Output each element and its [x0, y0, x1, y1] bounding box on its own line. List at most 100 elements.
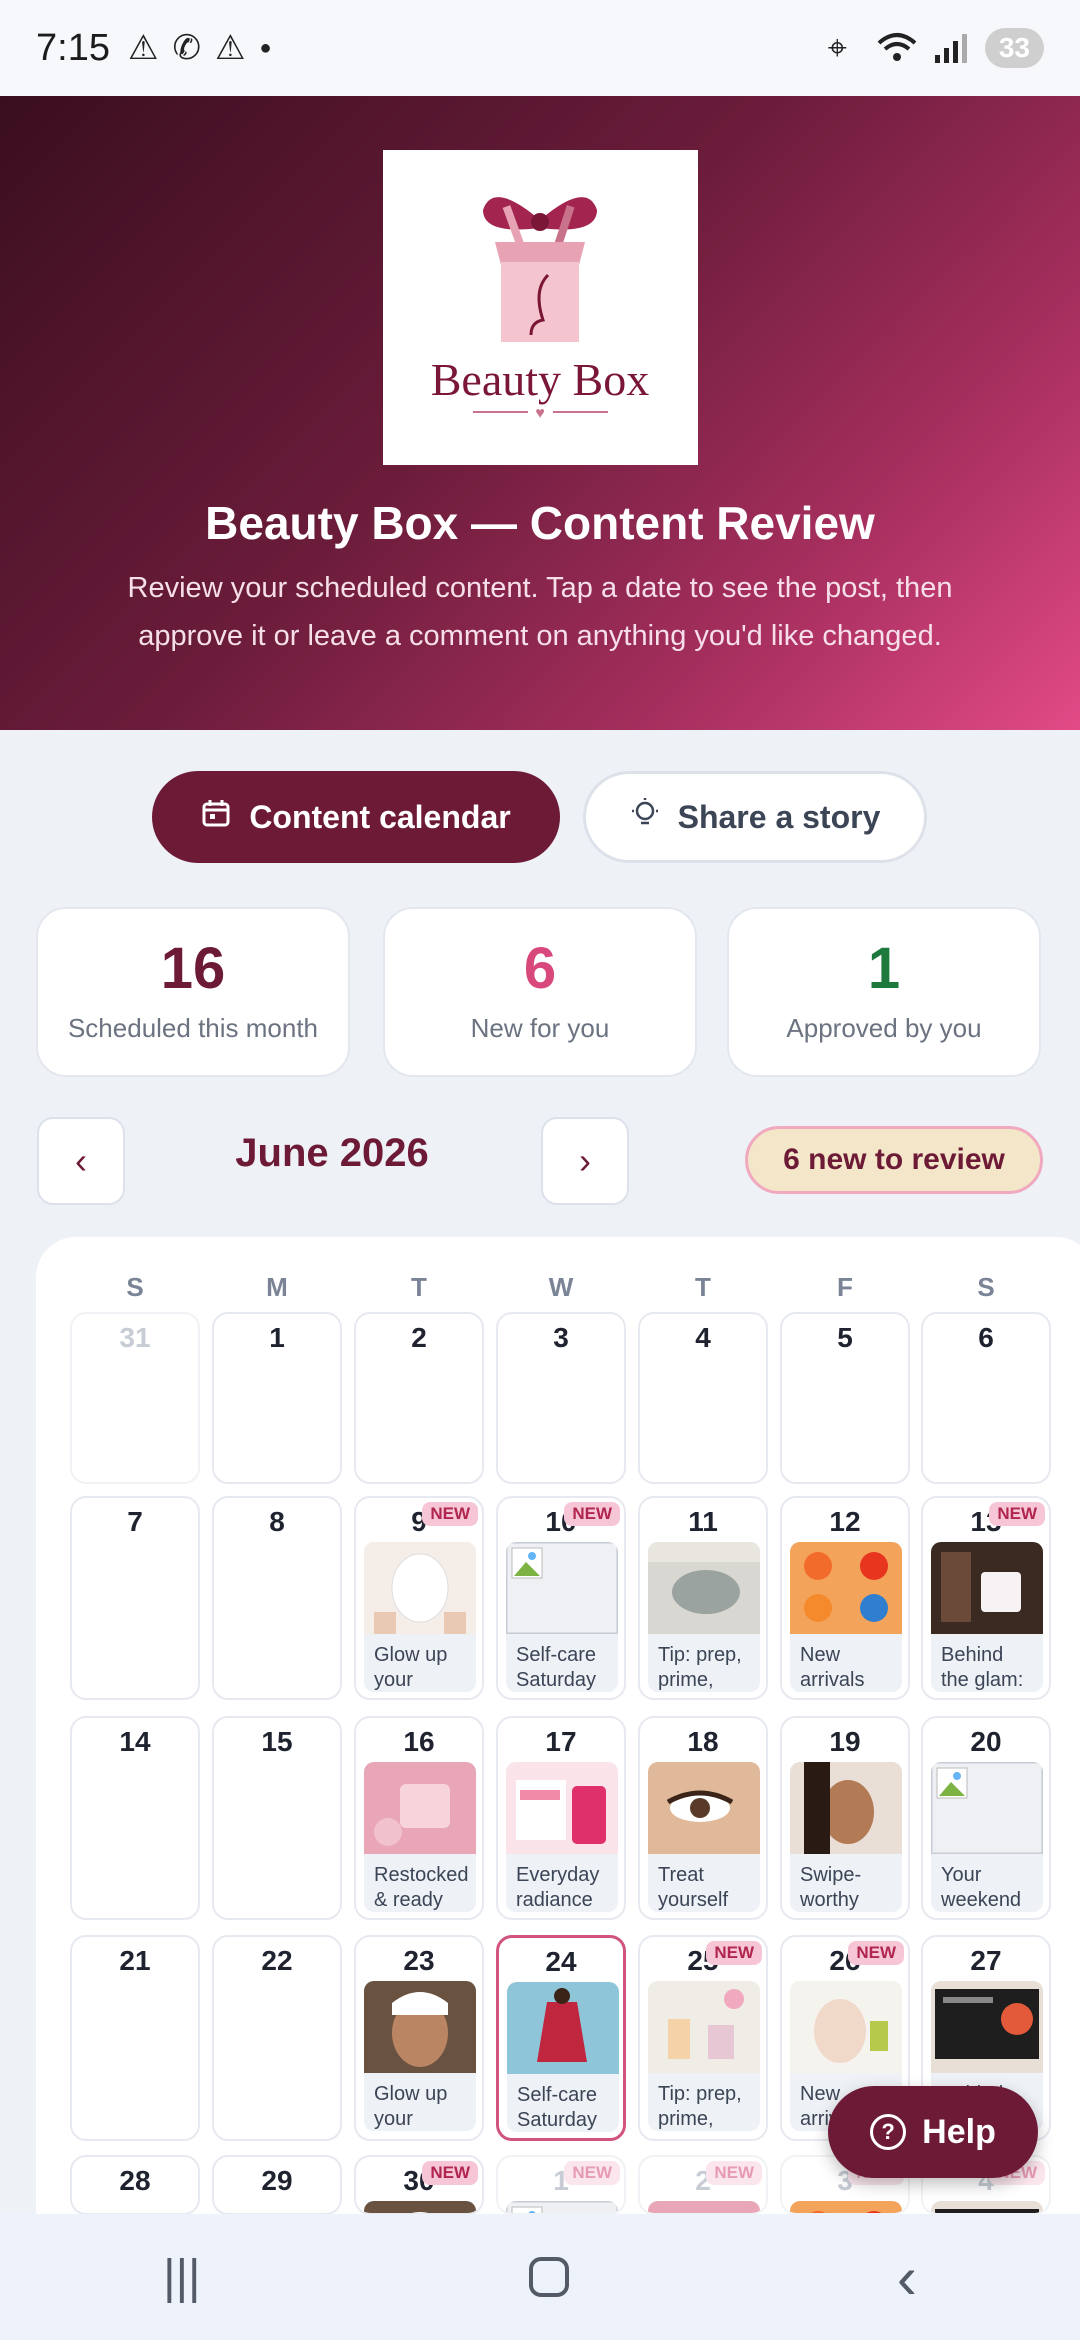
calendar-day[interactable]: 8: [212, 1496, 342, 1700]
calendar-day[interactable]: 12 New arrivals: [780, 1496, 910, 1700]
post-caption: Tip: prep, prime,: [658, 1644, 742, 1691]
day-number: 7: [127, 1506, 143, 1537]
post-thumbnail: [648, 1762, 760, 1854]
calendar-day[interactable]: 3: [496, 1312, 626, 1484]
calendar-day[interactable]: 10 NEW Self-care Saturday: [496, 1496, 626, 1700]
post-preview[interactable]: Behind the glam:: [931, 1542, 1043, 1692]
post-preview[interactable]: Restocked & ready —: [364, 1762, 476, 1912]
svg-text:♥: ♥: [535, 405, 545, 422]
stat-new-label: New for you: [470, 1013, 610, 1043]
calendar-day[interactable]: 23 Glow up your: [354, 1935, 484, 2141]
weekday-header: M: [266, 1272, 288, 1302]
calendar-day[interactable]: 5: [780, 1312, 910, 1484]
post-preview[interactable]: Tip: prep, prime,: [648, 1542, 760, 1692]
prev-month-button[interactable]: ‹: [37, 1117, 125, 1205]
post-preview[interactable]: [364, 2201, 476, 2213]
post-thumbnail: [364, 2201, 476, 2213]
post-caption: Self-care Saturday: [517, 2084, 598, 2131]
calendar-day[interactable]: 28: [70, 2155, 200, 2215]
calendar-day[interactable]: 24 Self-care Saturday: [496, 1935, 626, 2141]
back-button[interactable]: ‹: [897, 2243, 917, 2312]
new-badge: NEW: [422, 1502, 478, 1526]
post-thumbnail: [790, 2201, 902, 2213]
calendar-day[interactable]: 2: [354, 1312, 484, 1484]
post-preview[interactable]: Swipe-worthy: [790, 1762, 902, 1912]
calendar-day[interactable]: 30 NEW: [354, 2155, 484, 2215]
post-preview[interactable]: Everyday radiance: [506, 1762, 618, 1912]
post-thumbnail: [648, 1981, 760, 2073]
post-thumbnail: [790, 1981, 902, 2073]
day-number: 27: [970, 1945, 1002, 1976]
stat-scheduled-label: Scheduled this month: [67, 1013, 319, 1043]
post-preview[interactable]: Self-care Saturday: [507, 1982, 619, 2132]
help-button[interactable]: ? Help: [828, 2086, 1038, 2178]
calendar-day[interactable]: 7: [70, 1496, 200, 1700]
post-preview[interactable]: Glow up your: [364, 1542, 476, 1692]
new-to-review-badge[interactable]: 6 new to review: [745, 1126, 1043, 1194]
calendar-day[interactable]: 16 Restocked & ready —: [354, 1716, 484, 1920]
post-preview[interactable]: Treat yourself: [648, 1762, 760, 1912]
new-badge: NEW: [848, 1941, 904, 1965]
home-button[interactable]: [527, 2255, 571, 2299]
calendar-day[interactable]: 11 Tip: prep, prime,: [638, 1496, 768, 1700]
day-number: 11: [688, 1506, 718, 1537]
post-preview[interactable]: Glow up your: [364, 1981, 476, 2131]
tab-share-story[interactable]: Share a story: [583, 771, 927, 863]
post-preview[interactable]: Your weekend: [931, 1762, 1043, 1912]
calendar-day[interactable]: 25 NEW Tip: prep, prime,: [638, 1935, 768, 2141]
brand-logo: Beauty Box ♥: [383, 150, 698, 465]
post-thumbnail: [648, 2201, 760, 2213]
post-thumbnail: [931, 1542, 1043, 1634]
calendar-day[interactable]: 14: [70, 1716, 200, 1920]
post-thumbnail: [507, 1982, 619, 2074]
day-number: 1: [269, 1322, 285, 1353]
post-preview[interactable]: Tip: prep, prime,: [648, 1981, 760, 2131]
day-number: 14: [119, 1726, 151, 1757]
calendar-day[interactable]: 9 NEW Glow up your: [354, 1496, 484, 1700]
post-preview[interactable]: New arrivals: [790, 1542, 902, 1692]
calendar-day[interactable]: 29: [212, 2155, 342, 2215]
post-preview[interactable]: [790, 2201, 902, 2213]
lightbulb-icon: [630, 797, 660, 837]
calendar-day[interactable]: 15: [212, 1716, 342, 1920]
calendar-day[interactable]: 20 Your weekend: [921, 1716, 1051, 1920]
weekday-header: T: [411, 1272, 427, 1302]
calendar-day[interactable]: 22: [212, 1935, 342, 2141]
post-thumbnail: [931, 1981, 1043, 2073]
day-number: 15: [261, 1726, 293, 1757]
post-caption: Glow up your: [374, 1644, 448, 1691]
day-number: 8: [269, 1506, 285, 1537]
calendar-day[interactable]: 13 NEW Behind the glam:: [921, 1496, 1051, 1700]
day-number: 24: [545, 1946, 577, 1977]
calendar-day[interactable]: 31: [70, 1312, 200, 1484]
calendar-day[interactable]: 17 Everyday radiance: [496, 1716, 626, 1920]
day-number: 20: [970, 1726, 1002, 1757]
post-thumbnail: [790, 1542, 902, 1634]
calendar-day[interactable]: 21: [70, 1935, 200, 2141]
warning-icon: ⚠: [127, 29, 159, 67]
location-icon: ⌖: [827, 29, 847, 67]
calendar-day[interactable]: 1 NEW: [496, 2155, 626, 2215]
post-thumbnail: [648, 1542, 760, 1634]
post-preview[interactable]: [506, 2201, 618, 2213]
calendar-day[interactable]: 4: [638, 1312, 768, 1484]
warning-icon-2: ⚠: [214, 29, 246, 67]
stat-new: 6 New for you: [383, 907, 697, 1077]
new-badge: NEW: [564, 2161, 620, 2185]
calendar-day[interactable]: 6: [921, 1312, 1051, 1484]
next-month-button[interactable]: ›: [541, 1117, 629, 1205]
calendar-day[interactable]: 19 Swipe-worthy: [780, 1716, 910, 1920]
tab-content-calendar-label: Content calendar: [249, 798, 511, 835]
post-preview[interactable]: [648, 2201, 760, 2213]
post-preview[interactable]: Self-care Saturday: [506, 1542, 618, 1692]
post-thumbnail: [506, 1542, 618, 1636]
calendar-day[interactable]: 1: [212, 1312, 342, 1484]
post-preview[interactable]: [931, 2201, 1043, 2213]
post-caption: Self-care Saturday: [516, 1644, 597, 1691]
calendar-day[interactable]: 18 Treat yourself: [638, 1716, 768, 1920]
recents-button[interactable]: |||: [163, 2250, 200, 2305]
calendar-day[interactable]: 2 NEW: [638, 2155, 768, 2215]
weekday-header: S: [977, 1272, 995, 1302]
tab-content-calendar[interactable]: Content calendar: [152, 771, 560, 863]
status-time: 7:15: [36, 26, 110, 69]
